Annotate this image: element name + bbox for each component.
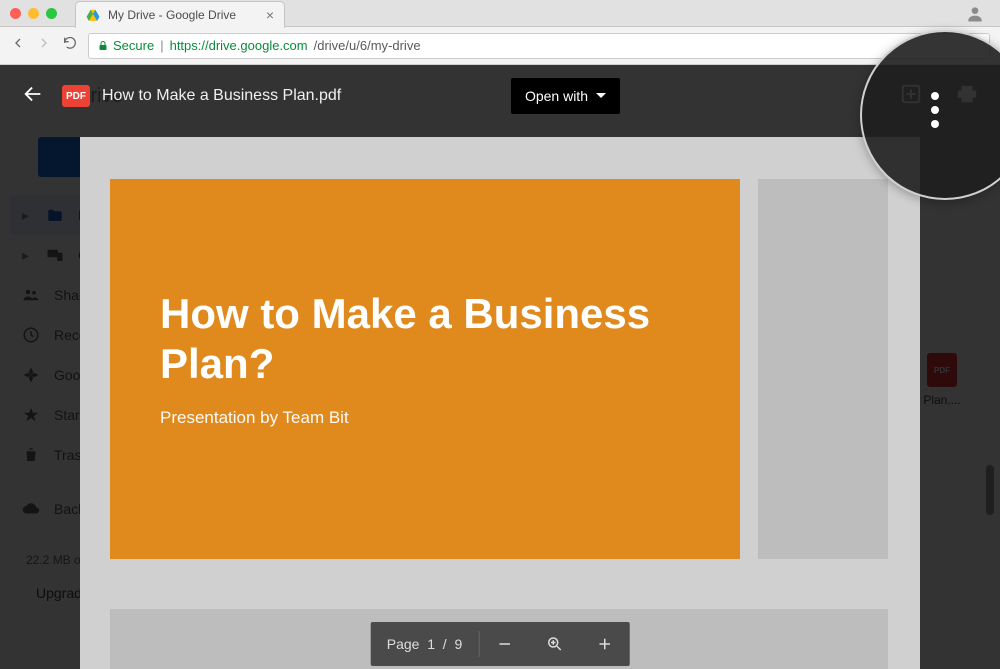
minimize-window-button[interactable] — [28, 8, 39, 19]
back-arrow-icon[interactable] — [22, 83, 44, 110]
page-label: Page — [387, 636, 420, 652]
preview-filename: How to Make a Business Plan.pdf — [102, 87, 341, 105]
page-total: 9 — [454, 636, 462, 652]
more-options-icon[interactable] — [931, 92, 939, 128]
document-viewport[interactable]: How to Make a Business Plan? Presentatio… — [80, 137, 920, 669]
slide-title: How to Make a Business Plan? — [160, 289, 690, 390]
browser-address-bar: Secure | https://drive.google.com/drive/… — [0, 27, 1000, 65]
profile-icon[interactable] — [965, 4, 985, 29]
url-path: /drive/u/6/my-drive — [314, 38, 421, 53]
slide-sidebar-area — [758, 179, 888, 559]
open-with-label: Open with — [525, 88, 588, 104]
maximize-window-button[interactable] — [46, 8, 57, 19]
url-host: https://drive.google.com — [170, 38, 308, 53]
page-controls-bar: Page 1 / 9 — [371, 622, 630, 666]
url-field[interactable]: Secure | https://drive.google.com/drive/… — [88, 33, 990, 59]
pdf-badge-icon: PDF — [62, 85, 90, 107]
zoom-in-button[interactable] — [579, 622, 629, 666]
page-sep: / — [443, 636, 447, 652]
page-current: 1 — [427, 636, 435, 652]
zoom-reset-button[interactable] — [529, 622, 579, 666]
browser-tab[interactable]: My Drive - Google Drive × — [75, 1, 285, 28]
secure-indicator: Secure — [97, 38, 154, 53]
preview-topbar: PDF How to Make a Business Plan.pdf Open… — [0, 65, 1000, 127]
browser-titlebar: My Drive - Google Drive × — [0, 0, 1000, 27]
chevron-down-icon — [596, 88, 606, 104]
lock-icon — [97, 40, 109, 52]
drive-favicon-icon — [86, 8, 100, 22]
nav-reload-icon[interactable] — [62, 35, 78, 56]
tab-title: My Drive - Google Drive — [108, 8, 236, 22]
close-window-button[interactable] — [10, 8, 21, 19]
open-with-button[interactable]: Open with — [511, 78, 620, 114]
nav-forward-icon[interactable] — [36, 35, 52, 56]
secure-label: Secure — [113, 38, 154, 53]
slide-subtitle: Presentation by Team Bit — [160, 408, 690, 428]
window-controls — [10, 8, 57, 19]
tab-close-icon[interactable]: × — [266, 8, 274, 22]
slide-page-1: How to Make a Business Plan? Presentatio… — [110, 179, 740, 559]
nav-back-icon[interactable] — [10, 35, 26, 56]
zoom-out-button[interactable] — [479, 622, 529, 666]
